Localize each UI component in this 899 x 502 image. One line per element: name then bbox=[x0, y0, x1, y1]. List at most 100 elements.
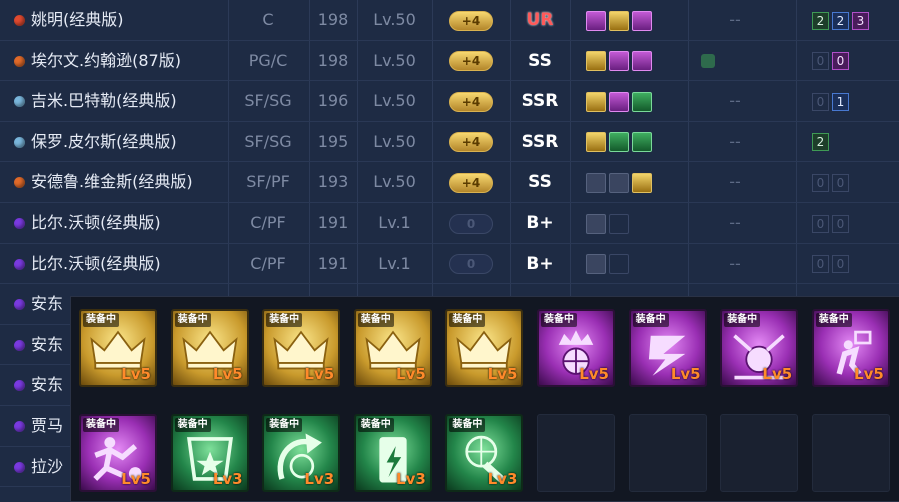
player-name: 拉沙 bbox=[31, 456, 64, 476]
player-name: 安东 bbox=[31, 334, 64, 354]
rarity-dot-icon bbox=[14, 177, 25, 189]
table-row[interactable]: 吉米.巴特勒(经典版) SF/SG 196 Lv.50 +4 SSR -- 0 1 bbox=[0, 81, 899, 122]
player-name-cell: 埃尔文.约翰逊(87版) bbox=[14, 41, 229, 81]
position-cell: PG/C bbox=[248, 50, 288, 70]
enhance-cell: 0 bbox=[432, 244, 510, 284]
skill-icon bbox=[609, 10, 629, 31]
count-badges: 00 bbox=[812, 41, 892, 81]
player-name: 安东 bbox=[31, 294, 64, 314]
count-badges: 01 bbox=[812, 81, 892, 121]
extra-skill-icon bbox=[701, 54, 715, 69]
player-name-cell: 保罗.皮尔斯(经典版) bbox=[14, 122, 229, 162]
rarity-dot-icon bbox=[14, 380, 25, 392]
skill-level: Lv5 bbox=[121, 365, 151, 383]
placeholder-dash: -- bbox=[729, 253, 741, 273]
empty-skill-slot[interactable] bbox=[811, 414, 890, 492]
skill-icon bbox=[609, 132, 629, 153]
placeholder-dash: -- bbox=[729, 10, 741, 29]
count-badges: 00 bbox=[812, 203, 892, 243]
equipped-skill-slot[interactable]: 装备中 Lv5 bbox=[170, 309, 249, 387]
skill-icon bbox=[609, 172, 629, 193]
rarity-dot-icon bbox=[14, 218, 25, 229]
table-row[interactable]: 比尔.沃顿(经典版) C/PF 191 Lv.1 0 B+ -- 0 0 bbox=[0, 203, 899, 244]
count-badge: 2 bbox=[832, 11, 849, 30]
player-name: 贾马 bbox=[31, 416, 64, 435]
position-cell: C/PF bbox=[250, 213, 286, 232]
equipped-skill-slot[interactable]: 装备中 Lv5 bbox=[811, 309, 890, 387]
count-badge: 0 bbox=[812, 52, 829, 71]
equipped-skill-slot[interactable]: 装备中 Lv5 bbox=[262, 309, 341, 387]
level-cell: Lv.1 bbox=[378, 253, 411, 273]
enhance-badge: +4 bbox=[449, 132, 493, 153]
table-row[interactable]: 保罗.皮尔斯(经典版) SF/SG 195 Lv.50 +4 SSR -- 2 bbox=[0, 122, 899, 163]
equipped-skill-slot[interactable]: 装备中 Lv5 bbox=[79, 414, 157, 492]
count-badge: 0 bbox=[812, 173, 829, 192]
skill-level: Lv5 bbox=[304, 365, 335, 383]
skill-icon bbox=[586, 172, 606, 193]
equipped-skill-slot[interactable]: 装备中 Lv3 bbox=[445, 414, 524, 492]
count-badge: 0 bbox=[832, 214, 849, 233]
empty-skill-slot[interactable] bbox=[720, 414, 799, 492]
rarity-dot-icon bbox=[14, 299, 25, 311]
position-cell: SF/PF bbox=[246, 172, 290, 192]
equipped-skill-slot[interactable]: 装备中 Lv3 bbox=[170, 414, 249, 492]
level-cell: Lv.50 bbox=[373, 172, 416, 192]
position-cell: C/PF bbox=[250, 253, 286, 273]
skill-level: Lv3 bbox=[212, 470, 243, 488]
player-name-cell: 安德鲁.维金斯(经典版) bbox=[14, 162, 229, 202]
rarity-dot-icon bbox=[14, 55, 25, 67]
table-row[interactable]: 比尔.沃顿(经典版) C/PF 191 Lv.1 0 B+ -- 0 0 bbox=[0, 244, 899, 285]
skill-level: Lv5 bbox=[670, 365, 701, 383]
count-badges: 00 bbox=[812, 162, 892, 202]
enhance-badge: +4 bbox=[449, 172, 493, 193]
skill-level: Lv3 bbox=[396, 470, 426, 488]
skill-icons bbox=[586, 0, 686, 40]
table-row[interactable]: 姚明(经典版) C 198 Lv.50 +4 UR -- 2 2 3 bbox=[0, 0, 899, 41]
skill-level: Lv5 bbox=[396, 365, 426, 383]
equipped-skill-slot[interactable]: 装备中 Lv3 bbox=[262, 414, 341, 492]
rank-cell: SSR bbox=[521, 91, 559, 112]
equipped-skill-slot[interactable]: 装备中 Lv5 bbox=[720, 309, 799, 387]
enhance-badge: 0 bbox=[449, 213, 493, 234]
level-cell: Lv.50 bbox=[373, 91, 416, 111]
empty-skill-slot[interactable] bbox=[537, 414, 615, 492]
skill-equip-popup: 装备中 Lv5 装备中 Lv5 装备中 Lv5 装备中 Lv5 装备中 Lv5 装备中 Lv5 装备中 L… bbox=[70, 296, 899, 502]
skill-icons bbox=[586, 81, 686, 121]
level-cell: Lv.1 bbox=[378, 213, 411, 232]
skill-icons bbox=[586, 162, 686, 202]
height-cell: 191 bbox=[317, 213, 349, 232]
enhance-cell: +4 bbox=[432, 41, 510, 81]
skill-icon bbox=[586, 10, 606, 31]
player-name: 安东 bbox=[31, 375, 64, 395]
count-badge: 0 bbox=[812, 255, 829, 274]
rank-cell: SSR bbox=[521, 131, 559, 152]
player-name-cell: 比尔.沃顿(经典版) bbox=[14, 244, 229, 284]
skill-icon bbox=[632, 51, 652, 72]
equipped-skill-slot[interactable]: 装备中 Lv5 bbox=[537, 309, 615, 387]
player-name-cell: 姚明(经典版) bbox=[14, 0, 229, 40]
enhance-cell: +4 bbox=[432, 81, 510, 121]
skill-icon bbox=[609, 91, 629, 112]
equipped-skill-slot[interactable]: 装备中 Lv5 bbox=[445, 309, 524, 387]
rarity-dot-icon bbox=[14, 461, 25, 473]
skill-level: Lv5 bbox=[762, 365, 793, 383]
height-cell: 198 bbox=[317, 10, 349, 29]
height-cell: 191 bbox=[317, 253, 349, 273]
equipped-skill-slot[interactable]: 装备中 Lv5 bbox=[353, 309, 432, 387]
empty-slot bbox=[609, 254, 629, 275]
empty-slot bbox=[609, 213, 629, 234]
count-badge: 0 bbox=[812, 214, 829, 233]
equipped-skill-slot[interactable]: 装备中 Lv5 bbox=[628, 309, 707, 387]
skill-level: Lv5 bbox=[212, 365, 243, 383]
count-badges: 2 bbox=[812, 122, 892, 162]
equipped-skill-slot[interactable]: 装备中 Lv3 bbox=[353, 414, 432, 492]
enhance-cell: 0 bbox=[432, 203, 510, 243]
table-row[interactable]: 埃尔文.约翰逊(87版) PG/C 198 Lv.50 +4 SS 0 0 bbox=[0, 41, 899, 82]
empty-skill-slot[interactable] bbox=[628, 414, 707, 492]
skill-icons bbox=[586, 41, 686, 81]
skill-icon bbox=[632, 132, 652, 153]
table-row[interactable]: 安德鲁.维金斯(经典版) SF/PF 193 Lv.50 +4 SS -- 0 0 bbox=[0, 162, 899, 203]
lock-icon bbox=[586, 254, 606, 275]
skill-icon bbox=[586, 132, 606, 153]
equipped-skill-slot[interactable]: 装备中 Lv5 bbox=[79, 309, 157, 387]
